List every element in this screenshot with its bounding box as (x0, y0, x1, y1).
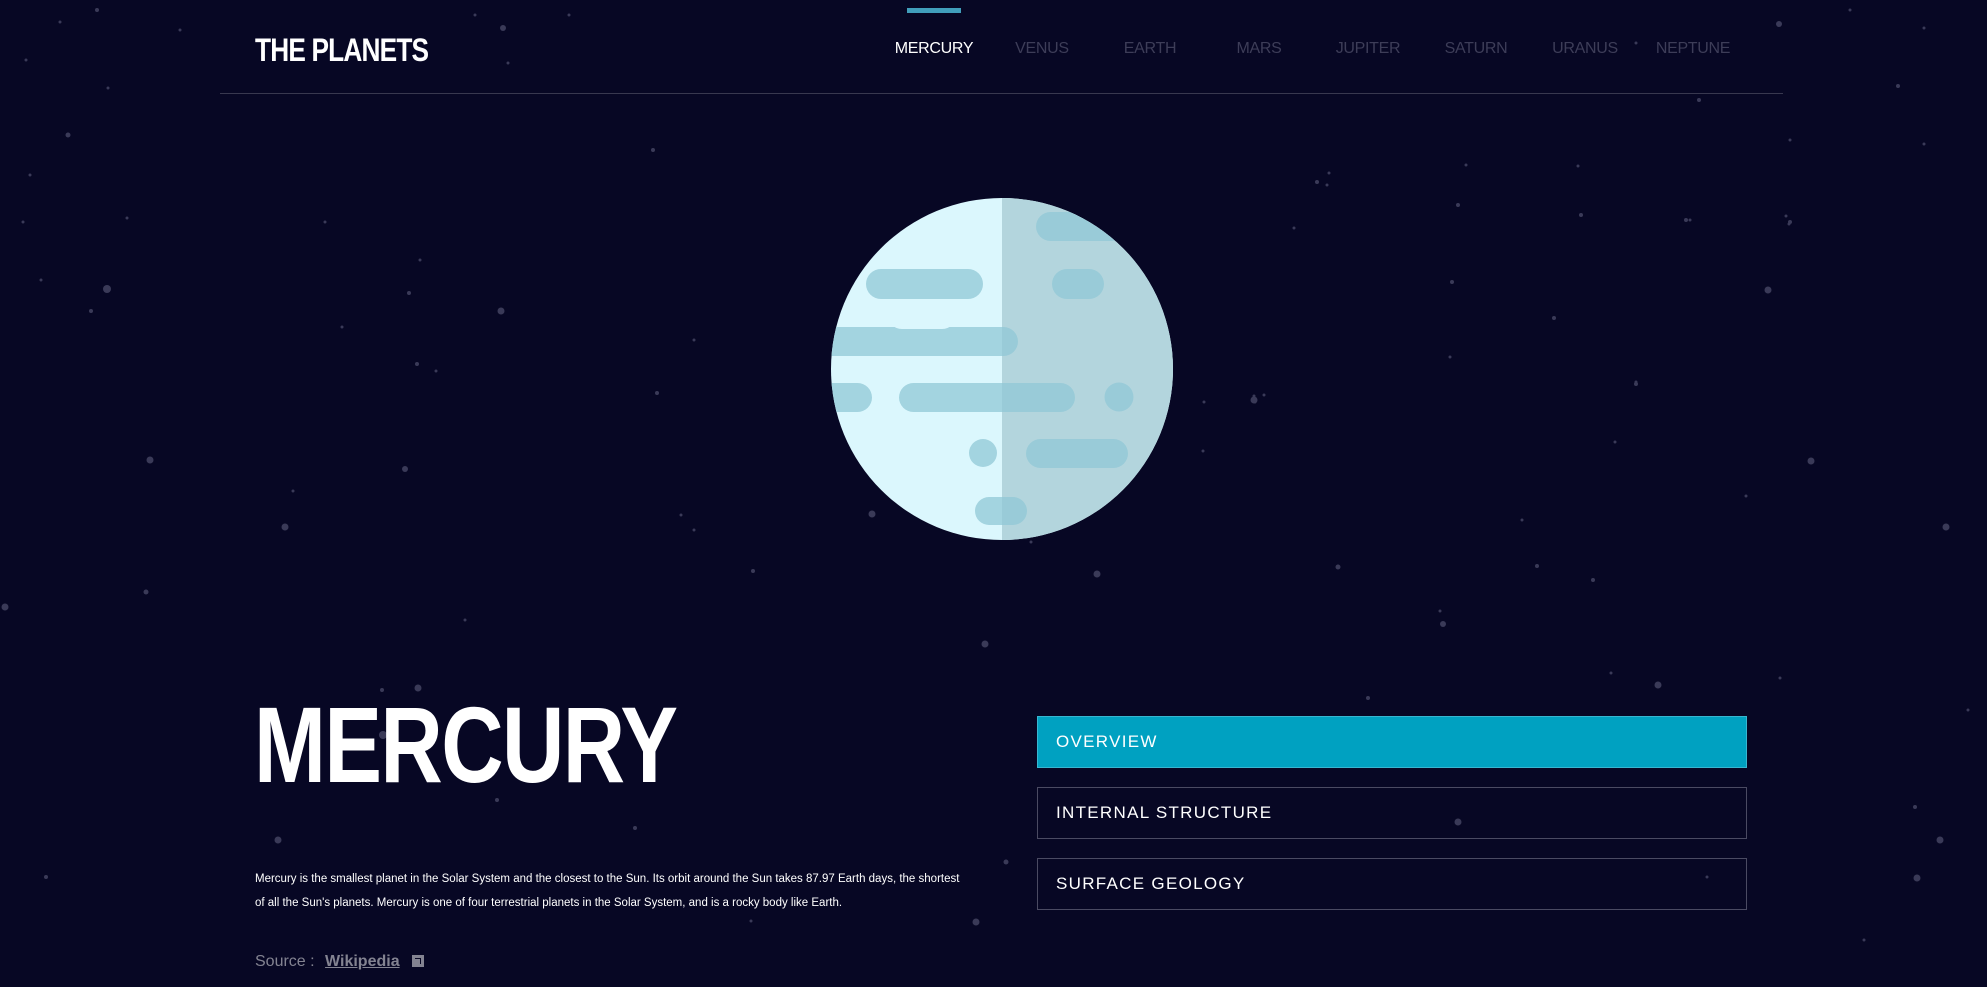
tab-surface-geology[interactable]: SURFACE GEOLOGY (1037, 858, 1747, 910)
mercury-planet-illustration (831, 198, 1173, 540)
planet-nav: MERCURY VENUS EARTH MARS JUPITER SATURN … (220, 0, 1783, 93)
planet-description: Mercury is the smallest planet in the So… (255, 873, 960, 909)
tab-overview[interactable]: OVERVIEW (1037, 716, 1747, 768)
source-label: Source : (255, 953, 315, 970)
planet-title: MERCURY (254, 684, 678, 805)
site-header: THE PLANETS MERCURY VENUS EARTH MARS JUP… (220, 0, 1783, 94)
nav-item-uranus[interactable]: URANUS (1540, 40, 1630, 58)
active-nav-indicator (907, 8, 961, 13)
nav-item-jupiter[interactable]: JUPITER (1323, 40, 1413, 58)
nav-item-neptune[interactable]: NEPTUNE (1648, 40, 1738, 58)
nav-item-mars[interactable]: MARS (1214, 40, 1304, 58)
nav-item-mercury[interactable]: MERCURY (889, 40, 979, 58)
nav-item-venus[interactable]: VENUS (997, 40, 1087, 58)
nav-item-earth[interactable]: EARTH (1105, 40, 1195, 58)
external-link-icon[interactable] (412, 955, 425, 967)
nav-item-saturn[interactable]: SATURN (1431, 40, 1521, 58)
source-line: Source : Wikipedia (255, 953, 425, 971)
wikipedia-link[interactable]: Wikipedia (325, 953, 400, 970)
tab-internal-structure[interactable]: INTERNAL STRUCTURE (1037, 787, 1747, 839)
